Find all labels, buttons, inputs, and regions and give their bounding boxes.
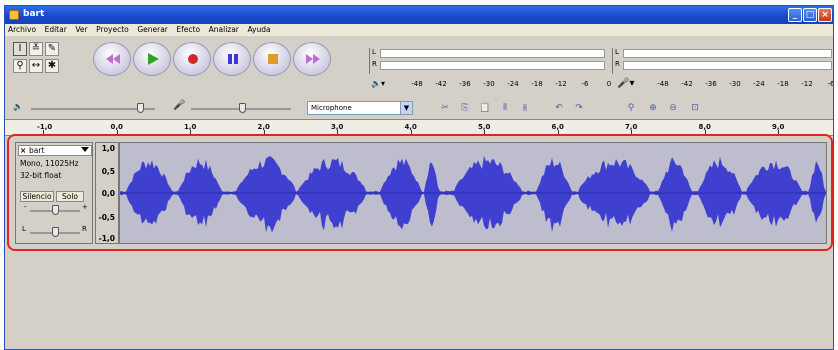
track-control-panel: × bart Mono, 11025Hz 32-bit float Silenc… xyxy=(15,142,93,244)
playback-meter-scale: -48 -42 -36 -30 -24 -18 -12 -6 0 xyxy=(411,80,612,88)
vscale-bottom: -1,0 xyxy=(98,234,115,243)
menu-ver[interactable]: Ver xyxy=(72,24,90,34)
playback-meter-left-label: L xyxy=(372,48,376,56)
minimize-button[interactable]: _ xyxy=(788,8,802,22)
pan-right-label: R xyxy=(82,225,87,233)
vscale-top: 1,0 xyxy=(101,144,115,153)
audacity-window: bart _ □ × Archivo Editar Ver Proyecto G… xyxy=(4,5,834,350)
output-volume-icon: 🔈 xyxy=(13,102,23,111)
stop-icon xyxy=(268,54,278,64)
track-format: Mono, 11025Hz xyxy=(20,159,79,168)
record-meter[interactable]: L R xyxy=(612,48,832,74)
vscale-zero: 0,0 xyxy=(101,189,115,198)
draw-tool-icon[interactable]: ✎ xyxy=(45,42,59,56)
skip-end-button[interactable] xyxy=(293,42,331,76)
close-button[interactable]: × xyxy=(818,8,832,22)
silence-icon[interactable]: ⫵ xyxy=(517,100,533,116)
chevron-down-icon: ▼ xyxy=(400,102,412,114)
app-icon xyxy=(9,10,19,20)
record-meter-left-bar xyxy=(623,49,832,58)
fit-zoom-icon[interactable]: ⊡ xyxy=(687,100,703,116)
vertical-scale: 1,0 0,5 0,0 -0,5 -1,0 xyxy=(95,142,119,244)
mixer-edit-row: 🔈 🎤 Microphone ▼ ✂ ⎘ 📋 ⫴ ⫵ ↶ ↷ ⚲ ⊕ ⊖ ⊡ xyxy=(5,98,833,120)
copy-icon[interactable]: ⎘ xyxy=(457,100,473,116)
menu-generar[interactable]: Generar xyxy=(134,24,171,34)
playback-meter-right-bar xyxy=(380,61,605,70)
record-button[interactable] xyxy=(173,42,211,76)
sync-lock-icon[interactable]: ⚲ xyxy=(623,100,639,116)
ruler-tick-label: -1,0 xyxy=(37,123,53,131)
menu-proyecto[interactable]: Proyecto xyxy=(93,24,132,34)
record-meter-right-bar xyxy=(623,61,832,70)
input-volume-thumb[interactable] xyxy=(239,103,246,113)
menu-bar: Archivo Editar Ver Proyecto Generar Efec… xyxy=(5,24,833,36)
record-meter-right-label: R xyxy=(615,60,620,68)
play-icon xyxy=(148,53,159,65)
track-bit-depth: 32-bit float xyxy=(20,171,62,180)
multi-tool-icon[interactable]: ✱ xyxy=(45,59,59,73)
skip-end-icon xyxy=(306,54,320,64)
speaker-icon[interactable]: 🔈▾ xyxy=(371,79,385,88)
undo-icon[interactable]: ↶ xyxy=(551,100,567,116)
input-source-select[interactable]: Microphone ▼ xyxy=(307,101,413,115)
microphone-icon[interactable]: 🎤▾ xyxy=(617,78,634,89)
paste-icon[interactable]: 📋 xyxy=(477,100,493,116)
cut-icon[interactable]: ✂ xyxy=(437,100,453,116)
mute-button[interactable]: Silencio xyxy=(20,191,54,202)
gain-plus-label: + xyxy=(82,203,88,211)
empty-project-area[interactable] xyxy=(5,256,833,349)
menu-efecto[interactable]: Efecto xyxy=(173,24,203,34)
menu-analizar[interactable]: Analizar xyxy=(206,24,242,34)
menu-archivo[interactable]: Archivo xyxy=(5,24,39,34)
gain-thumb[interactable] xyxy=(52,205,59,215)
vscale-upper-half: 0,5 xyxy=(101,167,115,176)
chevron-down-icon[interactable] xyxy=(81,147,89,152)
playback-meter-left-bar xyxy=(380,49,605,58)
close-track-icon[interactable]: × xyxy=(20,146,26,155)
redo-icon[interactable]: ↷ xyxy=(571,100,587,116)
maximize-button[interactable]: □ xyxy=(803,8,817,22)
record-meter-scale: -48 -42 -36 -30 -24 -18 -12 -6 xyxy=(657,80,834,88)
skip-start-icon xyxy=(106,54,120,64)
input-volume-icon: 🎤 xyxy=(173,100,186,111)
solo-button[interactable]: Solo xyxy=(56,191,84,202)
track-name: bart xyxy=(29,146,45,155)
audio-track-frame: × bart Mono, 11025Hz 32-bit float Silenc… xyxy=(7,134,833,251)
envelope-tool-icon[interactable]: ≚ xyxy=(29,42,43,56)
gain-minus-label: - xyxy=(24,203,27,211)
record-icon xyxy=(188,54,198,64)
play-button[interactable] xyxy=(133,42,171,76)
input-source-value: Microphone xyxy=(311,104,352,112)
waveform-shape xyxy=(120,155,826,233)
selection-tool-icon[interactable]: I xyxy=(13,42,27,56)
playback-meter-right-label: R xyxy=(372,60,377,68)
zoom-tool-icon[interactable]: ⚲ xyxy=(13,59,27,73)
pan-thumb[interactable] xyxy=(52,227,59,237)
window-title: bart xyxy=(23,9,45,19)
trim-icon[interactable]: ⫴ xyxy=(497,100,513,116)
playback-meter[interactable]: L R xyxy=(369,48,605,74)
output-volume-thumb[interactable] xyxy=(137,103,144,113)
skip-start-button[interactable] xyxy=(93,42,131,76)
record-meter-left-label: L xyxy=(615,48,619,56)
stop-button[interactable] xyxy=(253,42,291,76)
track-header[interactable]: × bart xyxy=(18,145,92,156)
zoom-in-icon[interactable]: ⊕ xyxy=(645,100,661,116)
pause-button[interactable] xyxy=(213,42,251,76)
waveform xyxy=(120,155,826,233)
zoom-out-icon[interactable]: ⊖ xyxy=(665,100,681,116)
timeshift-tool-icon[interactable]: ↔ xyxy=(29,59,43,73)
pause-icon xyxy=(228,54,238,64)
waveform-display[interactable] xyxy=(119,142,827,244)
menu-editar[interactable]: Editar xyxy=(42,24,70,34)
title-bar: bart _ □ × xyxy=(5,6,833,24)
vscale-lower-half: -0,5 xyxy=(98,213,115,222)
menu-ayuda[interactable]: Ayuda xyxy=(244,24,273,34)
pan-left-label: L xyxy=(22,225,26,233)
